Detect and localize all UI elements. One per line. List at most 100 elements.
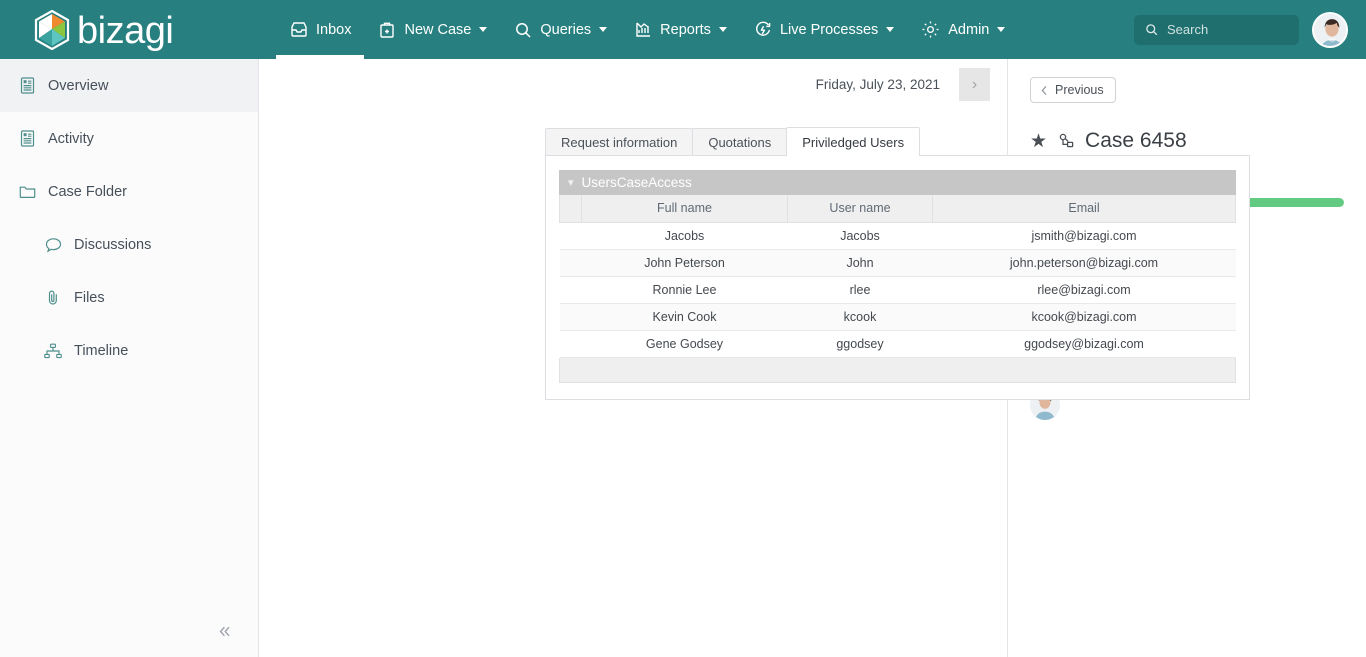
cell-email: jsmith@bizagi.com	[932, 222, 1236, 250]
sidebar-item-timeline[interactable]: Timeline	[0, 324, 258, 377]
tab-quotations[interactable]: Quotations	[692, 128, 788, 156]
sidebar-item-files[interactable]: Files	[0, 271, 258, 324]
sidebar-item-activity[interactable]: Activity	[0, 112, 258, 165]
cell-full-name: Jacobs	[581, 222, 788, 250]
case-title-row: ★ Case 6458	[1030, 129, 1344, 153]
live-process-icon	[755, 21, 771, 36]
star-icon[interactable]: ★	[1030, 132, 1047, 151]
previous-button[interactable]: Previous	[1030, 77, 1116, 103]
chart-icon	[636, 22, 651, 37]
chevron-down-icon	[718, 27, 727, 32]
avatar-photo	[1314, 13, 1346, 46]
sidebar: Overview Activity Case Folder Discussion…	[0, 59, 259, 657]
comment-icon	[44, 237, 62, 253]
cell-email: rlee@bizagi.com	[932, 276, 1236, 304]
chevron-double-left-icon	[219, 626, 230, 636]
nav-label: Queries	[540, 21, 592, 38]
chevron-down-icon	[997, 27, 1006, 32]
collapse-sidebar-button[interactable]	[208, 615, 240, 647]
users-case-access-table: Full name User name Email Jacobs Jacobs …	[559, 195, 1236, 358]
top-navigation-bar: bizagi Inbox New Case Queries Reports Li…	[0, 0, 1366, 59]
brand-logo[interactable]: bizagi	[0, 9, 252, 50]
table-row[interactable]: Kevin Cook kcook kcook@bizagi.com	[559, 303, 1236, 331]
user-avatar[interactable]	[1312, 11, 1348, 48]
chevron-down-icon	[599, 27, 608, 32]
table-row[interactable]: Ronnie Lee rlee rlee@bizagi.com	[559, 276, 1236, 304]
sidebar-item-label: Timeline	[74, 342, 129, 359]
tab-panel: ▾ UsersCaseAccess Full name User name Em…	[545, 155, 1250, 400]
row-spacer	[559, 303, 582, 331]
document-icon	[18, 77, 36, 94]
table-row[interactable]: John Peterson John john.peterson@bizagi.…	[559, 249, 1236, 277]
nav-label: Admin	[948, 21, 990, 38]
page-body: Overview Activity Case Folder Discussion…	[0, 59, 1366, 657]
tab-label: Request information	[561, 135, 678, 150]
table-header: Full name User name Email	[559, 195, 1236, 223]
table-row[interactable]: Gene Godsey ggodsey ggodsey@bizagi.com	[559, 330, 1236, 358]
bizagi-hexagon-icon	[34, 9, 70, 50]
grid-section-title: UsersCaseAccess	[581, 175, 692, 190]
cell-user-name: ggodsey	[787, 330, 933, 358]
briefcase-add-icon	[380, 22, 395, 38]
nav-item-live-processes[interactable]: Live Processes	[740, 0, 907, 59]
search-box[interactable]	[1134, 14, 1299, 45]
main-content: Friday, July 23, 2021 › Request informat…	[259, 59, 1250, 657]
column-header-email[interactable]: Email	[932, 195, 1236, 223]
row-spacer	[559, 249, 582, 277]
row-spacer	[559, 222, 582, 250]
sidebar-item-discussions[interactable]: Discussions	[0, 218, 258, 271]
nav-label: Inbox	[316, 21, 352, 38]
cell-email: ggodsey@bizagi.com	[932, 330, 1236, 358]
grid-section-header[interactable]: ▾ UsersCaseAccess	[559, 170, 1236, 195]
tab-label: Quotations	[708, 135, 772, 150]
sidebar-item-label: Activity	[48, 130, 94, 147]
tab-request-information[interactable]: Request information	[545, 128, 694, 156]
chevron-left-icon	[1041, 85, 1047, 95]
cell-full-name: Ronnie Lee	[581, 276, 788, 304]
table-header-spacer	[559, 195, 582, 223]
cell-user-name: rlee	[787, 276, 933, 304]
cell-user-name: Jacobs	[787, 222, 933, 250]
nav-item-queries[interactable]: Queries	[500, 0, 620, 59]
tab-priviledged-users[interactable]: Priviledged Users	[786, 127, 921, 156]
app-root: bizagi Inbox New Case Queries Reports Li…	[0, 0, 1366, 657]
column-header-full-name[interactable]: Full name	[581, 195, 788, 223]
nav-label: Live Processes	[779, 21, 879, 38]
search-input[interactable]	[1167, 22, 1287, 37]
nav-label: New Case	[404, 21, 472, 38]
nav-item-new-case[interactable]: New Case	[364, 0, 500, 59]
search-icon	[516, 22, 531, 38]
next-day-button[interactable]: ›	[959, 68, 990, 101]
nav-item-inbox[interactable]: Inbox	[276, 0, 365, 59]
nav-item-reports[interactable]: Reports	[620, 0, 740, 59]
gear-icon	[922, 21, 939, 38]
sidebar-item-label: Overview	[48, 77, 109, 94]
search-icon	[1146, 24, 1158, 36]
cell-email: kcook@bizagi.com	[932, 303, 1236, 331]
cell-email: john.peterson@bizagi.com	[932, 249, 1236, 277]
column-header-user-name[interactable]: User name	[787, 195, 933, 223]
table-row[interactable]: Jacobs Jacobs jsmith@bizagi.com	[559, 222, 1236, 250]
sidebar-item-case-folder[interactable]: Case Folder	[0, 165, 258, 218]
document-icon	[18, 130, 36, 147]
primary-nav: Inbox New Case Queries Reports Live Proc…	[276, 0, 1018, 59]
sidebar-item-label: Files	[74, 289, 105, 306]
form-tabs: Request information Quotations Priviledg…	[545, 127, 1007, 156]
table-footer-row	[559, 357, 1236, 383]
nav-item-admin[interactable]: Admin	[907, 0, 1018, 59]
date-bar: Friday, July 23, 2021 ›	[259, 59, 1007, 110]
current-date-label: Friday, July 23, 2021	[815, 77, 940, 92]
process-node-icon[interactable]	[1056, 131, 1076, 151]
cell-full-name: Gene Godsey	[581, 330, 788, 358]
table-header-row: Full name User name Email	[559, 195, 1236, 223]
sidebar-item-overview[interactable]: Overview	[0, 59, 258, 112]
paperclip-icon	[44, 289, 62, 306]
tab-label: Priviledged Users	[802, 134, 905, 150]
sidebar-item-label: Discussions	[74, 236, 152, 253]
sidebar-item-label: Case Folder	[48, 183, 127, 200]
cell-full-name: John Peterson	[581, 249, 788, 277]
topbar-right-group	[1134, 11, 1366, 48]
table-body: Jacobs Jacobs jsmith@bizagi.com John Pet…	[559, 222, 1236, 358]
cell-user-name: kcook	[787, 303, 933, 331]
row-spacer	[559, 330, 582, 358]
